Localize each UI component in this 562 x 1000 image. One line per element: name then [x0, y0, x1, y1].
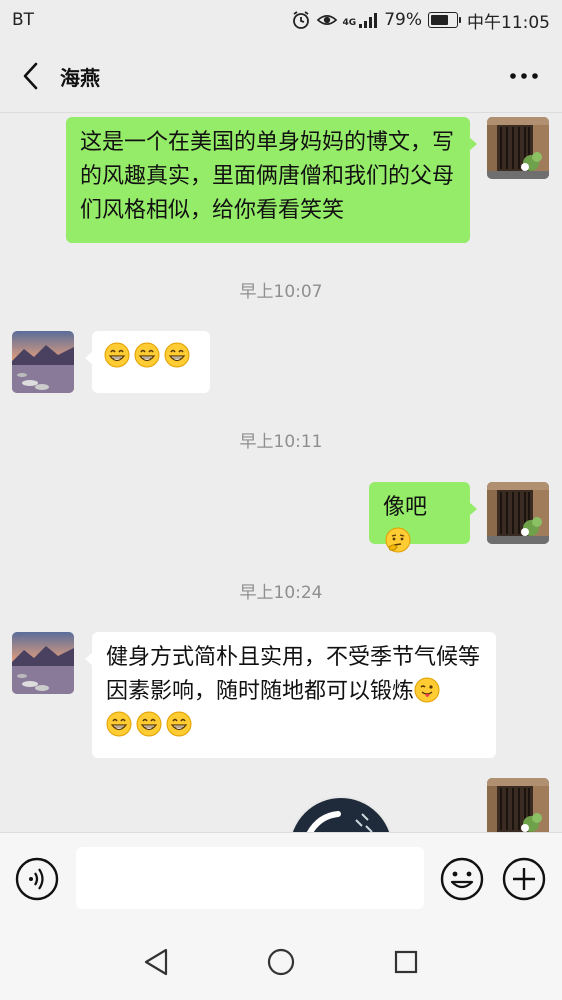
- message-list[interactable]: 这是一个在美国的单身妈妈的博文，写的风趣真实，里面俩唐僧和我们的父母们风格相似，…: [0, 113, 562, 832]
- network-type-label: 4G: [342, 17, 357, 28]
- winking-tongue-emoji-icon: [414, 677, 440, 703]
- plus-button[interactable]: [502, 857, 546, 901]
- system-navigation-bar: [0, 924, 562, 1000]
- chat-screen: BT 4G 79% 中午11:05 海燕 这是一个在美国的单身妈妈的博文，写的风…: [0, 0, 562, 1000]
- eye-icon: [316, 10, 337, 30]
- message-text: 这是一个在美国的单身妈妈的博文，写的风趣真实，里面俩唐僧和我们的父母们风格相似，…: [80, 130, 455, 223]
- grinning-emoji-icon: [134, 342, 160, 368]
- nav-home-button[interactable]: [261, 942, 301, 982]
- message-timestamp: 早上10:07: [239, 282, 323, 302]
- back-triangle-icon: [144, 948, 168, 976]
- back-button[interactable]: [0, 40, 60, 112]
- clock: 中午11:05: [467, 12, 550, 33]
- outgoing-message-bubble[interactable]: 这是一个在美国的单身妈妈的博文，写的风趣真实，里面俩唐僧和我们的父母们风格相似，…: [66, 117, 477, 243]
- message-timestamp: 早上10:24: [239, 583, 323, 603]
- signal-icon: [358, 10, 378, 30]
- emoji-button[interactable]: [440, 857, 484, 901]
- carrier-label: BT: [12, 10, 35, 30]
- message-input[interactable]: [76, 847, 424, 909]
- voice-button[interactable]: [15, 857, 59, 901]
- my-avatar[interactable]: [487, 117, 549, 179]
- image-message[interactable]: [288, 796, 394, 832]
- grinning-emoji-icon: [106, 711, 132, 737]
- grinning-emoji-icon: [104, 342, 130, 368]
- battery-icon: [428, 12, 461, 28]
- emoji-icon: [440, 857, 484, 901]
- chat-title: 海燕: [60, 65, 100, 90]
- home-circle-icon: [267, 948, 295, 976]
- more-options-button[interactable]: [504, 58, 544, 94]
- chat-header: 海燕: [0, 40, 562, 113]
- battery-fill: [431, 15, 448, 25]
- battery-percent: 79%: [384, 10, 422, 30]
- contact-avatar[interactable]: [12, 632, 74, 694]
- my-avatar[interactable]: [487, 778, 549, 832]
- grinning-emoji-icon: [164, 342, 190, 368]
- outgoing-message-bubble[interactable]: 像吧: [369, 482, 477, 553]
- contact-avatar[interactable]: [12, 331, 74, 393]
- more-dots-icon: [510, 73, 538, 79]
- message-timestamp: 早上10:11: [239, 432, 323, 452]
- nav-back-button[interactable]: [136, 942, 176, 982]
- grinning-emoji-icon: [166, 711, 192, 737]
- incoming-message-bubble[interactable]: 健身方式简朴且实用，不受季节气候等因素影响，随时随地都可以锻炼: [85, 632, 496, 758]
- status-bar: BT 4G 79% 中午11:05: [0, 0, 562, 40]
- incoming-message-bubble[interactable]: [85, 331, 210, 393]
- input-bar: [0, 832, 562, 925]
- grinning-emoji-icon: [136, 711, 162, 737]
- plus-icon: [502, 857, 546, 901]
- alarm-icon: [291, 10, 311, 30]
- chevron-left-icon: [23, 62, 38, 90]
- nav-recents-button[interactable]: [386, 942, 426, 982]
- message-text: 像吧: [383, 495, 428, 520]
- recents-square-icon: [394, 950, 418, 974]
- my-avatar[interactable]: [487, 482, 549, 544]
- thinking-emoji-icon: [385, 527, 411, 553]
- voice-icon: [15, 857, 59, 901]
